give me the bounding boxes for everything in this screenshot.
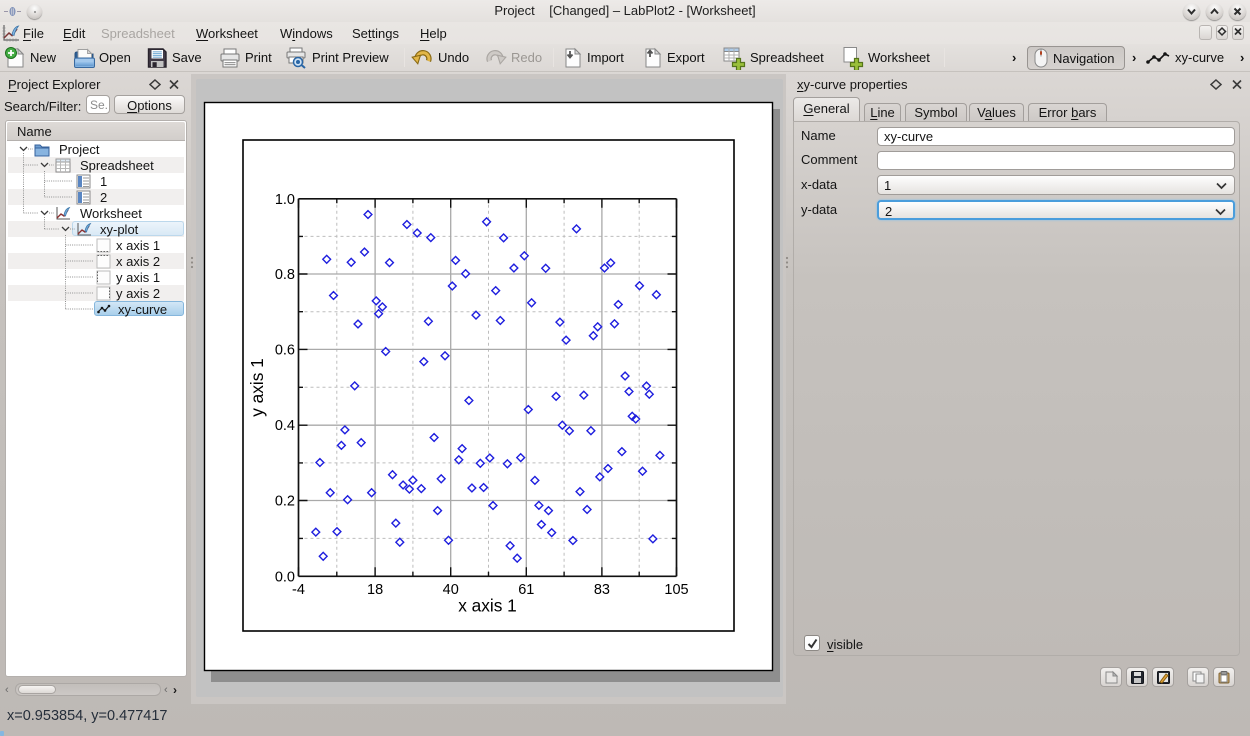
svg-text:0.2: 0.2 xyxy=(275,494,295,510)
svg-text:0.4: 0.4 xyxy=(275,418,295,434)
svg-text:1.0: 1.0 xyxy=(275,192,295,208)
svg-text:y axis 1: y axis 1 xyxy=(247,358,267,417)
svg-text:0.6: 0.6 xyxy=(275,342,295,358)
svg-text:105: 105 xyxy=(664,582,688,598)
svg-text:40: 40 xyxy=(443,582,459,598)
svg-text:83: 83 xyxy=(594,582,610,598)
svg-text:0.8: 0.8 xyxy=(275,267,295,283)
svg-text:18: 18 xyxy=(367,582,383,598)
svg-text:x axis 1: x axis 1 xyxy=(458,596,517,616)
svg-text:61: 61 xyxy=(518,582,534,598)
svg-text:0.0: 0.0 xyxy=(275,569,295,585)
